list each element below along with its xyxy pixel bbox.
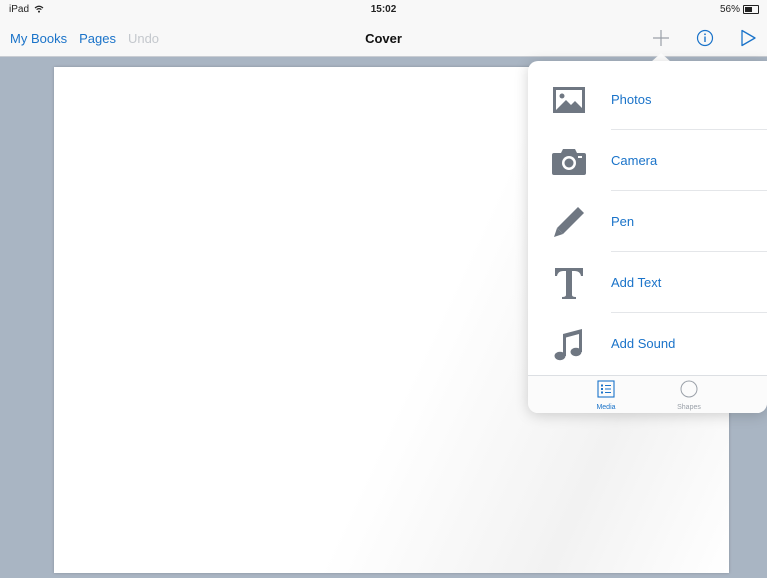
popover-tab-bar: Media Shapes	[528, 375, 767, 413]
my-books-button[interactable]: My Books	[10, 31, 67, 46]
play-icon	[741, 29, 756, 47]
add-button[interactable]	[649, 26, 673, 50]
plus-icon	[653, 30, 669, 46]
menu-label-photos: Photos	[611, 92, 652, 107]
menu-icon-wrap	[550, 205, 588, 239]
info-button[interactable]	[693, 26, 717, 50]
navigation-bar: My Books Pages Undo Cover	[0, 20, 767, 57]
status-bar: iPad 15:02 56%	[0, 0, 767, 20]
tab-media[interactable]: Media	[576, 380, 636, 411]
menu-item-pen[interactable]: Pen	[528, 191, 767, 252]
music-note-icon	[554, 329, 582, 361]
list-icon	[597, 380, 615, 398]
menu-item-photos[interactable]: Photos	[528, 69, 767, 130]
tab-label-media: Media	[596, 404, 616, 411]
photo-icon	[553, 87, 585, 113]
info-icon	[696, 29, 714, 47]
undo-button[interactable]: Undo	[128, 31, 159, 46]
tab-shapes[interactable]: Shapes	[659, 380, 719, 411]
menu-item-add-text[interactable]: Add Text	[528, 252, 767, 313]
circle-icon	[680, 380, 698, 398]
menu-label-camera: Camera	[611, 153, 658, 168]
play-button[interactable]	[736, 26, 760, 50]
status-time: 15:02	[370, 4, 397, 15]
pen-icon	[554, 207, 584, 237]
menu-icon-wrap	[550, 144, 588, 178]
menu-item-add-sound[interactable]: Add Sound	[528, 313, 767, 374]
menu-icon-wrap	[550, 266, 588, 300]
tab-label-shapes: Shapes	[677, 404, 701, 411]
menu-icon-wrap	[550, 327, 588, 361]
nav-left: My Books Pages Undo	[10, 31, 159, 46]
camera-icon	[552, 149, 586, 175]
battery-icon	[743, 5, 759, 14]
menu-label-add-sound: Add Sound	[611, 336, 676, 351]
text-icon	[555, 268, 583, 299]
pages-button[interactable]: Pages	[79, 31, 116, 46]
insert-popover: Photos Camera Pen Add Text Add Sound Med…	[528, 61, 767, 413]
status-right: 56%	[720, 4, 759, 15]
menu-label-pen: Pen	[611, 214, 635, 229]
menu-label-add-text: Add Text	[611, 275, 662, 290]
battery-percent: 56%	[719, 4, 740, 15]
menu-item-camera[interactable]: Camera	[528, 130, 767, 191]
menu-icon-wrap	[550, 83, 588, 117]
